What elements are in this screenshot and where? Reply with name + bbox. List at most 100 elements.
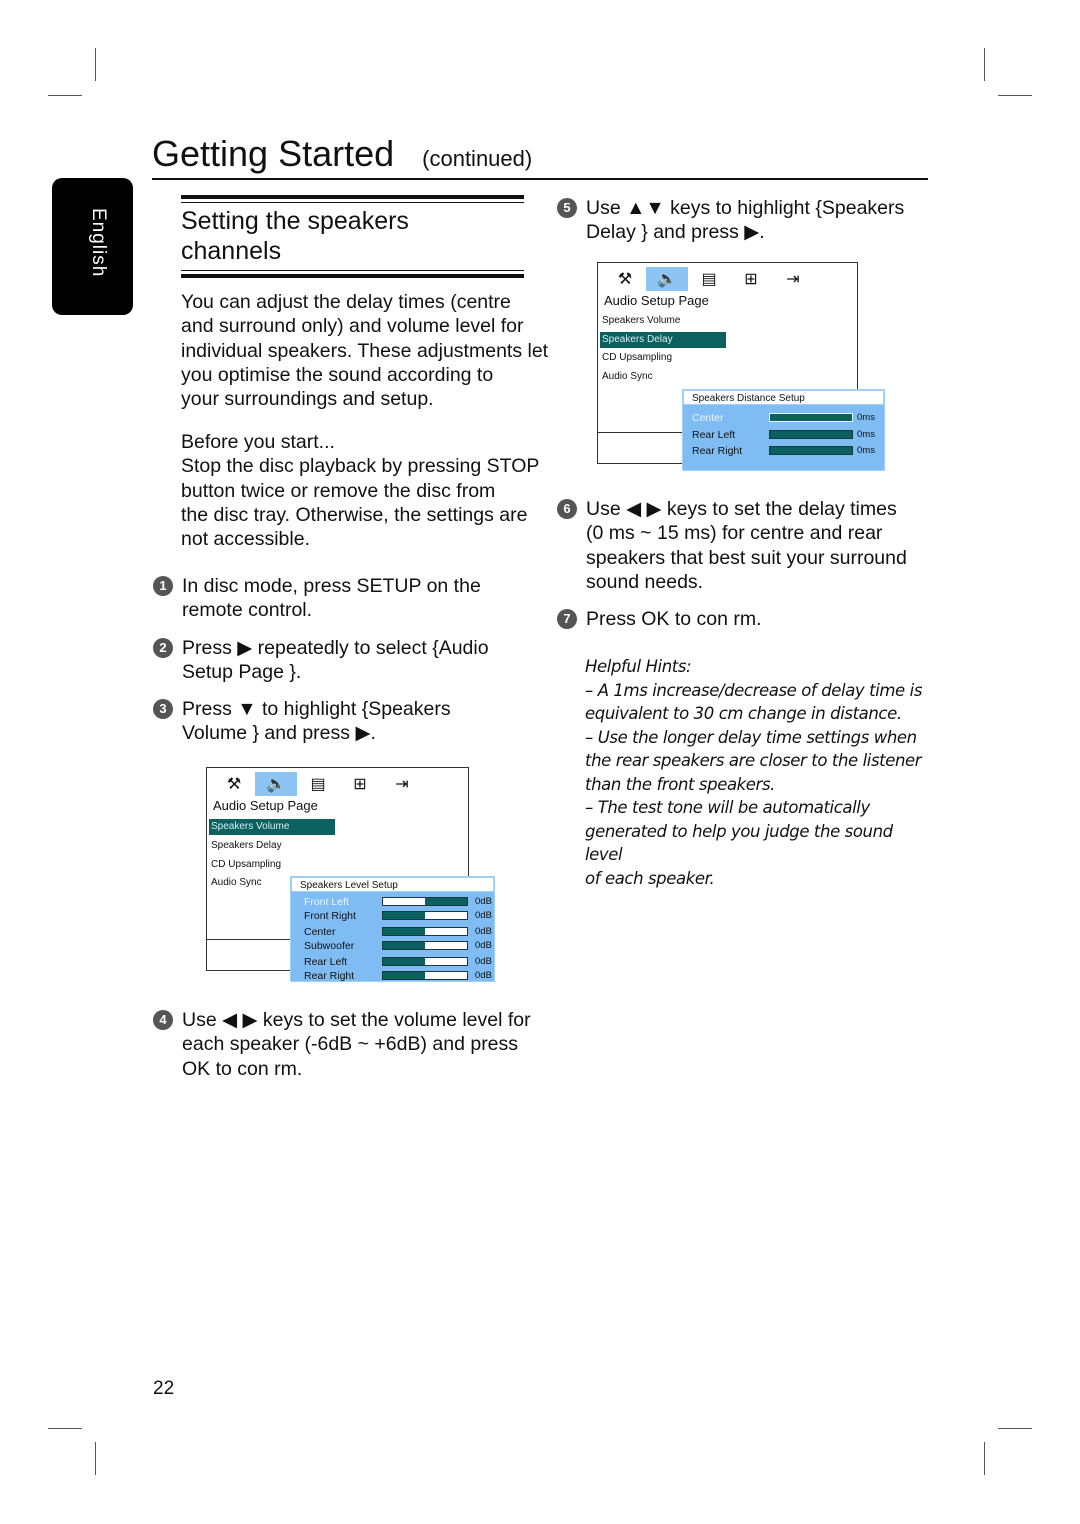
level-row[interactable]: Center 0dB — [291, 925, 494, 939]
step-number: 5 — [557, 198, 577, 218]
osd-item-cd-upsampling[interactable]: CD Upsampling — [600, 350, 726, 366]
level-value: 0dB — [475, 926, 492, 937]
crop-mark — [984, 1442, 985, 1475]
text-line: individual speakers. These adjustments l… — [181, 339, 549, 362]
level-fill — [383, 958, 425, 965]
section-rule — [181, 274, 524, 278]
delay-row[interactable]: Rear Right 0ms — [683, 444, 884, 458]
level-slider[interactable] — [382, 897, 468, 906]
delay-value: 0ms — [857, 429, 875, 440]
delay-row[interactable]: Rear Left 0ms — [683, 428, 884, 442]
text-line: you optimise the sound according to — [181, 363, 494, 386]
speaker-label: Rear Left — [692, 429, 736, 441]
text-line: your surroundings and setup. — [181, 388, 434, 411]
delay-row[interactable]: Center 0ms — [683, 411, 884, 425]
language-tab: English — [52, 178, 133, 315]
level-row[interactable]: Rear Left 0dB — [291, 955, 494, 969]
text-line: not accessible. — [181, 528, 310, 551]
level-value: 0dB — [475, 940, 492, 951]
level-row[interactable]: Rear Right 0dB — [291, 969, 494, 983]
general-setup-icon: ⚒ — [226, 776, 242, 793]
delay-slider[interactable] — [769, 430, 853, 439]
section-title-line: Setting the speakers — [181, 207, 409, 235]
text-line: Press ▼ to highlight {Speakers — [182, 698, 451, 720]
text-line: Press ▶ repeatedly to select {Audio — [182, 637, 489, 659]
level-slider[interactable] — [382, 941, 468, 950]
crop-mark — [95, 48, 96, 81]
speaker-label: Front Left — [304, 896, 349, 908]
speaker-label: Front Right — [304, 910, 356, 922]
level-fill — [383, 972, 425, 979]
hint-line: than the front speakers. — [585, 774, 775, 794]
text-line: You can adjust the delay times (centre — [181, 291, 511, 313]
level-slider[interactable] — [382, 911, 468, 920]
speaker-label: Center — [692, 412, 724, 424]
hint-line: equivalent to 30 cm change in distance. — [585, 704, 902, 723]
level-row[interactable]: Subwoofer 0dB — [291, 939, 494, 953]
section-rule — [181, 195, 524, 199]
text-line: (0 ms ~ 15 ms) for centre and rear — [586, 522, 883, 545]
level-slider[interactable] — [382, 971, 468, 980]
page-title-text: Getting Started — [152, 133, 395, 174]
hint-line: generated to help you judge the sound le… — [585, 821, 893, 865]
panel-title: Speakers Level Setup — [291, 877, 494, 892]
level-row[interactable]: Front Left 0dB — [291, 895, 494, 909]
hint-line: – The test tone will be automatically — [585, 798, 870, 817]
osd-item-speakers-volume[interactable]: Speakers Volume — [209, 819, 335, 835]
page-title-continued: (continued) — [422, 146, 533, 171]
delay-fill — [770, 447, 852, 454]
osd-divider — [207, 939, 291, 940]
helpful-hints: Helpful Hints: – A 1ms increase/decrease… — [585, 655, 925, 890]
text-line: Use ◀ ▶ keys to set the delay times — [586, 498, 897, 520]
osd-item-cd-upsampling[interactable]: CD Upsampling — [209, 857, 335, 873]
level-value: 0dB — [475, 910, 492, 921]
step-number: 3 — [153, 699, 173, 719]
level-row[interactable]: Front Right 0dB — [291, 909, 494, 923]
delay-slider[interactable] — [769, 446, 853, 455]
crop-mark — [48, 95, 82, 96]
level-value: 0dB — [475, 896, 492, 907]
text-line: OK to con rm. — [182, 1057, 303, 1080]
delay-fill — [770, 431, 852, 438]
hint-line: – A 1ms increase/decrease of delay time … — [585, 680, 923, 700]
title-divider — [152, 178, 928, 180]
language-tab-label: English — [88, 208, 109, 278]
step-number: 2 — [153, 638, 173, 658]
intro-paragraph: You can adjust the delay times (centre a… — [181, 290, 571, 411]
general-setup-icon: ⚒ — [617, 271, 633, 288]
video-film-icon: ▤ — [701, 271, 717, 288]
osd-item-speakers-volume[interactable]: Speakers Volume — [600, 313, 726, 329]
delay-value: 0ms — [857, 445, 875, 456]
delay-slider[interactable] — [769, 413, 853, 422]
text-line: Delay } and press ▶. — [586, 221, 765, 244]
level-slider[interactable] — [382, 927, 468, 936]
delay-fill — [770, 414, 852, 421]
section-rule — [181, 202, 524, 203]
osd-item-speakers-delay[interactable]: Speakers Delay — [209, 838, 335, 854]
osd-item-audio-sync[interactable]: Audio Sync — [600, 369, 726, 385]
level-fill — [383, 928, 425, 935]
text-line: Volume } and press ▶. — [182, 722, 376, 745]
text-line: speakers that best suit your surround — [586, 546, 907, 569]
osd-icon-bar: ⚒ 🔈 ▤ ⊞ ⇥ — [604, 267, 814, 291]
level-fill — [383, 912, 425, 919]
text-line: sound needs. — [586, 570, 704, 593]
speakers-level-panel: Speakers Level Setup Front Left 0dB Front … — [290, 876, 495, 982]
text-line: Before you start... — [181, 431, 335, 453]
osd-item-speakers-delay[interactable]: Speakers Delay — [600, 332, 726, 348]
text-line: Setup Page }. — [182, 661, 302, 684]
text-line: In disc mode, press SETUP on the — [182, 575, 481, 597]
level-fill — [425, 898, 467, 905]
hint-line: of each speaker. — [585, 868, 715, 888]
video-film-icon: ▤ — [310, 776, 326, 793]
preferences-grid-icon: ⊞ — [353, 776, 367, 793]
level-slider[interactable] — [382, 957, 468, 966]
text-line: remote control. — [182, 599, 313, 622]
text-line: and surround only) and volume level for — [181, 315, 524, 338]
step-number: 1 — [153, 576, 173, 596]
before-you-start-paragraph: Before you start... Stop the disc playba… — [181, 430, 571, 551]
step-number: 4 — [153, 1010, 173, 1030]
text-line: the disc tray. Otherwise, the settings a… — [181, 503, 528, 526]
osd-icon-bar: ⚒ 🔈 ▤ ⊞ ⇥ — [213, 772, 423, 796]
crop-mark — [984, 48, 985, 81]
